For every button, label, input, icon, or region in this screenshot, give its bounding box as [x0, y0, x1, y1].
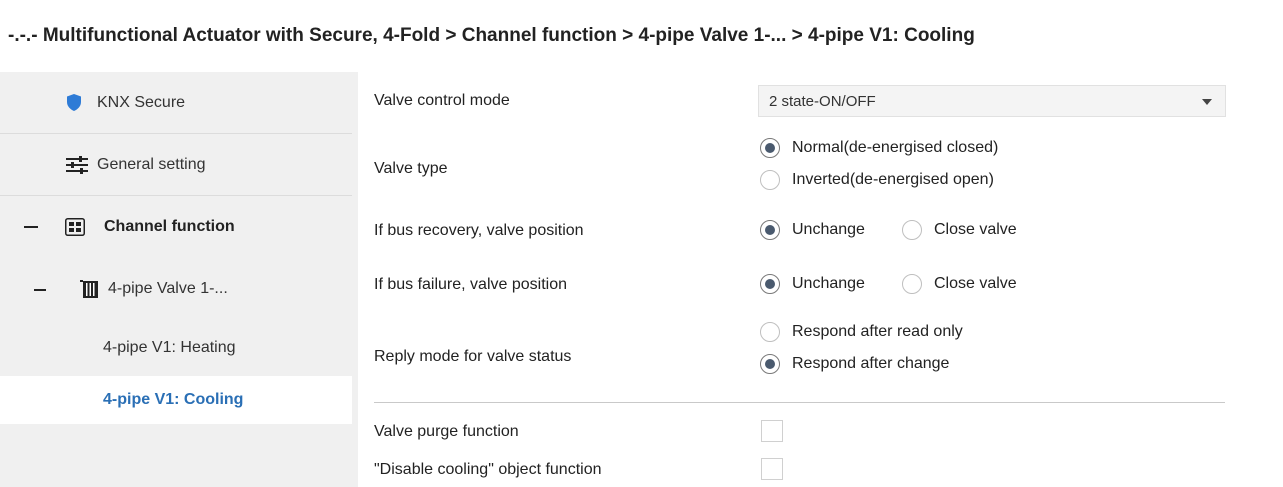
- radio-label: Close valve: [934, 275, 1017, 292]
- param-disable-cooling: "Disable cooling" object function: [358, 458, 1238, 484]
- parameter-panel: Valve control mode 2 state-ON/OFF Valve …: [358, 72, 1283, 487]
- radio-label: Inverted(de-energised open): [792, 171, 994, 188]
- divider: [374, 402, 1225, 403]
- param-label: Valve control mode: [374, 92, 510, 109]
- param-bus-recovery: If bus recovery, valve position Unchange…: [358, 204, 1238, 258]
- sidebar-item-label: 4-pipe Valve 1-...: [108, 280, 228, 297]
- param-valve-control-mode: Valve control mode 2 state-ON/OFF: [358, 72, 1238, 130]
- radio-respond-change[interactable]: Respond after change: [760, 354, 949, 374]
- radio-label: Unchange: [792, 275, 865, 292]
- radio-label: Unchange: [792, 221, 865, 238]
- param-label: If bus failure, valve position: [374, 276, 567, 293]
- select-value: 2 state-ON/OFF: [769, 92, 876, 110]
- collapse-icon[interactable]: [34, 289, 46, 291]
- radio-unselected-icon[interactable]: [760, 170, 780, 190]
- radio-selected-icon[interactable]: [760, 354, 780, 374]
- radio-selected-icon[interactable]: [760, 274, 780, 294]
- radio-label: Close valve: [934, 221, 1017, 238]
- sidebar-item-general-setting[interactable]: General setting: [0, 134, 352, 196]
- sidebar-item-label: 4-pipe V1: Heating: [103, 339, 236, 356]
- radio-failure-close[interactable]: Close valve: [902, 274, 1017, 294]
- grid-icon: [65, 218, 85, 236]
- chevron-down-icon: [1202, 99, 1212, 105]
- param-label: Valve type: [374, 160, 448, 177]
- sliders-icon: [66, 156, 88, 174]
- radio-selected-icon[interactable]: [760, 220, 780, 240]
- param-label: "Disable cooling" object function: [374, 461, 602, 478]
- radio-label: Normal(de-energised closed): [792, 139, 999, 156]
- radio-unselected-icon[interactable]: [760, 322, 780, 342]
- radio-unselected-icon[interactable]: [902, 274, 922, 294]
- radio-selected-icon[interactable]: [760, 138, 780, 158]
- radio-recovery-unchange[interactable]: Unchange: [760, 220, 865, 240]
- param-valve-type: Valve type Normal(de-energised closed) I…: [358, 130, 1238, 204]
- valve-purge-checkbox[interactable]: [761, 420, 783, 442]
- radio-recovery-close[interactable]: Close valve: [902, 220, 1017, 240]
- param-label: If bus recovery, valve position: [374, 222, 584, 239]
- sidebar-item-4-pipe-v1-heating[interactable]: 4-pipe V1: Heating: [0, 320, 352, 376]
- sidebar-item-label: General setting: [97, 156, 206, 173]
- radio-respond-read[interactable]: Respond after read only: [760, 322, 963, 342]
- radio-unselected-icon[interactable]: [902, 220, 922, 240]
- sidebar-item-4-pipe-v1-cooling[interactable]: 4-pipe V1: Cooling: [0, 376, 352, 424]
- radio-label: Respond after read only: [792, 323, 963, 340]
- param-reply-mode: Reply mode for valve status Respond afte…: [358, 312, 1238, 386]
- radio-normal[interactable]: Normal(de-energised closed): [760, 138, 998, 158]
- param-label: Reply mode for valve status: [374, 348, 572, 365]
- param-valve-purge: Valve purge function: [358, 420, 1238, 446]
- valve-control-mode-select[interactable]: 2 state-ON/OFF: [758, 85, 1226, 117]
- param-label: Valve purge function: [374, 423, 519, 440]
- sidebar-item-label: 4-pipe V1: Cooling: [103, 391, 244, 408]
- valve-icon: [80, 280, 98, 298]
- disable-cooling-checkbox[interactable]: [761, 458, 783, 480]
- collapse-icon[interactable]: [24, 226, 38, 228]
- sidebar-item-knx-secure[interactable]: KNX Secure: [0, 72, 352, 134]
- sidebar: KNX Secure General setting Channel funct…: [0, 72, 358, 487]
- radio-inverted[interactable]: Inverted(de-energised open): [760, 170, 994, 190]
- sidebar-item-label: Channel function: [104, 218, 235, 235]
- radio-label: Respond after change: [792, 355, 950, 372]
- param-bus-failure: If bus failure, valve position Unchange …: [358, 258, 1238, 312]
- breadcrumb: -.-.- Multifunctional Actuator with Secu…: [8, 25, 975, 46]
- sidebar-item-4-pipe-valve-1[interactable]: 4-pipe Valve 1-...: [0, 258, 352, 320]
- radio-failure-unchange[interactable]: Unchange: [760, 274, 865, 294]
- shield-icon: [67, 94, 81, 111]
- sidebar-item-channel-function[interactable]: Channel function: [0, 196, 352, 258]
- sidebar-item-label: KNX Secure: [97, 94, 186, 111]
